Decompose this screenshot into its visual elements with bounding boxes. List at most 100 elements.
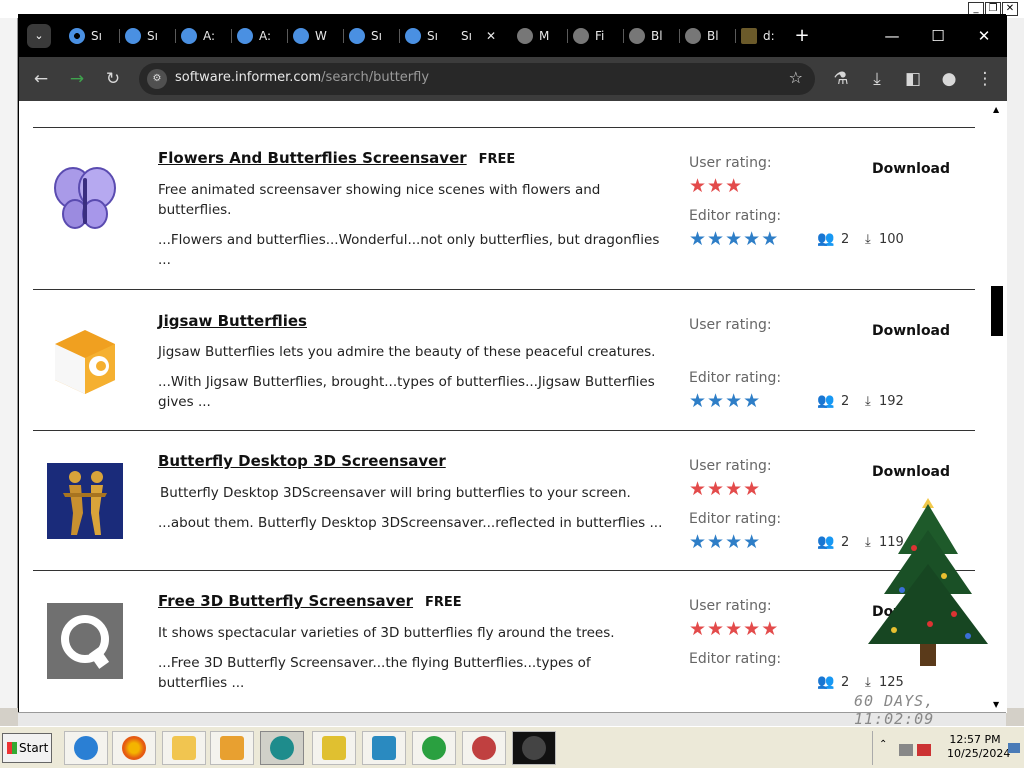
result-title-link[interactable]: Butterfly Desktop 3D Screensaver (158, 452, 446, 470)
page-content: Flowers And Butterflies Screensaver FREE … (19, 101, 989, 713)
profile-avatar-icon[interactable]: ● (937, 67, 961, 91)
user-rating-label: User rating: (689, 155, 772, 171)
tab-4[interactable]: A: (231, 23, 288, 49)
butterfly-thumbnail[interactable] (47, 160, 123, 236)
tab-close-icon[interactable]: ✕ (486, 29, 496, 43)
taskbar-chrome[interactable] (260, 731, 304, 765)
download-count: 192 (879, 394, 904, 409)
result-description: It shows spectacular varieties of 3D but… (158, 625, 615, 641)
tab-1[interactable]: Sı (63, 23, 120, 49)
globe-icon (517, 28, 533, 44)
star-filled-icon: ★ (761, 618, 780, 640)
tab-label: Bl (651, 29, 663, 43)
tab-5[interactable]: W (287, 23, 344, 49)
tab-11[interactable]: Bl (623, 23, 680, 49)
result-snippet: ...about them. Butterfly Desktop 3DScree… (158, 515, 663, 531)
result-title-link[interactable]: Jigsaw Butterflies (158, 312, 307, 330)
result-item: Flowers And Butterflies Screensaver FREE … (19, 128, 989, 290)
christmas-tree-widget[interactable] (858, 494, 998, 674)
star-filled-icon: ★ (743, 531, 762, 553)
scroll-up-arrow-icon[interactable]: ▲ (993, 105, 999, 114)
scroll-thumb[interactable] (991, 286, 1003, 336)
firefox-icon (122, 736, 146, 760)
clock[interactable]: 12:57 PM 10/25/2024 (947, 733, 1010, 761)
taskbar-tools[interactable] (312, 731, 356, 765)
start-label: Start (19, 741, 49, 755)
taskbar-media-player[interactable] (210, 731, 254, 765)
star-filled-icon: ★ (743, 228, 762, 250)
tab-10[interactable]: Fi (567, 23, 624, 49)
tab-active[interactable]: Sı ✕ (455, 23, 511, 49)
result-description: Butterfly Desktop 3DScreensaver will bri… (160, 485, 631, 501)
tab-label: Sı (461, 29, 472, 43)
back-button[interactable]: ← (29, 67, 53, 91)
download-link[interactable]: Download (872, 323, 950, 339)
menu-kebab-icon[interactable]: ⋮ (973, 67, 997, 91)
network-tray-icon[interactable] (899, 744, 913, 756)
new-tab-button[interactable]: + (791, 25, 813, 47)
clock-time: 12:57 PM (949, 733, 1001, 746)
taskbar-network[interactable] (412, 731, 456, 765)
volume-muted-icon[interactable] (917, 744, 931, 756)
close-button[interactable]: ✕ (969, 25, 999, 47)
media-player-icon (220, 736, 244, 760)
result-title[interactable]: Free 3D Butterfly Screensaver (158, 592, 413, 610)
download-count: 100 (879, 232, 904, 247)
tray-icons[interactable] (899, 741, 937, 756)
site-info-icon[interactable]: ⚙ (147, 69, 167, 89)
tab-7[interactable]: Sı (399, 23, 456, 49)
taskbar-installer[interactable] (362, 731, 406, 765)
jigsaw-thumbnail[interactable] (47, 322, 123, 398)
taskbar-user-manager[interactable] (462, 731, 506, 765)
downloads-icon[interactable]: ⤓ (865, 67, 889, 91)
a-icon (237, 28, 253, 44)
tray-expand-icon[interactable]: ⌃ (879, 739, 887, 750)
tab-label: Sı (91, 29, 102, 43)
url-text[interactable]: software.informer.com/search/butterfly (175, 70, 429, 85)
result-title[interactable]: Butterfly Desktop 3D Screensaver (158, 452, 446, 470)
users-icon: 👥 (817, 674, 835, 690)
star-filled-icon: ★ (743, 390, 762, 412)
star-empty-icon: ★ (725, 337, 744, 359)
tab-13[interactable]: d: (735, 23, 791, 49)
taskbar-ie[interactable] (64, 731, 108, 765)
address-bar[interactable]: ⚙ software.informer.com/search/butterfly… (139, 63, 815, 95)
tab-label: W (315, 29, 327, 43)
download-link[interactable]: Download (872, 161, 950, 177)
tab-search-button[interactable]: ⌄ (27, 24, 51, 48)
star-filled-icon: ★ (743, 618, 762, 640)
result-title-link[interactable]: Flowers And Butterflies Screensaver FREE (158, 149, 515, 167)
taskbar-explorer[interactable] (162, 731, 206, 765)
maximize-button[interactable]: ☐ (923, 25, 953, 47)
tab-12[interactable]: Bl (679, 23, 736, 49)
download-link[interactable]: Download (872, 464, 950, 480)
free-badge: FREE (478, 152, 516, 167)
labs-flask-icon[interactable]: ⚗ (829, 67, 853, 91)
result-title[interactable]: Flowers And Butterflies Screensaver (158, 149, 467, 167)
taskbar-firefox[interactable] (112, 731, 156, 765)
system-tray: ⌃ 12:57 PM 10/25/2024 (872, 731, 1022, 765)
tab-3[interactable]: A: (175, 23, 232, 49)
minimize-button[interactable]: — (877, 25, 907, 47)
bookmark-star-icon[interactable]: ☆ (789, 68, 803, 87)
side-panel-icon[interactable]: ◧ (901, 67, 925, 91)
reload-button[interactable]: ↻ (101, 67, 125, 91)
star-filled-icon: ★ (725, 618, 744, 640)
gemini-thumbnail[interactable] (47, 463, 123, 539)
star-empty-icon: ★ (761, 531, 780, 553)
download-arrow-icon: ⤓ (865, 232, 871, 247)
notification-icon[interactable] (1008, 743, 1020, 753)
tab-6[interactable]: Sı (343, 23, 400, 49)
windows-flag-icon (7, 742, 17, 754)
user-rating-stars: ★★★★★ (689, 619, 779, 639)
start-button[interactable]: Start (2, 733, 52, 763)
forward-button[interactable]: → (65, 67, 89, 91)
tab-9[interactable]: M (511, 23, 568, 49)
taskbar-ninja[interactable] (512, 731, 556, 765)
users-count: 2 (841, 675, 850, 690)
search-logo-thumbnail[interactable] (47, 603, 123, 679)
result-title-link[interactable]: Free 3D Butterfly Screensaver FREE (158, 592, 462, 610)
globe-icon (685, 28, 701, 44)
result-title[interactable]: Jigsaw Butterflies (158, 312, 307, 330)
tab-2[interactable]: Sı (119, 23, 176, 49)
